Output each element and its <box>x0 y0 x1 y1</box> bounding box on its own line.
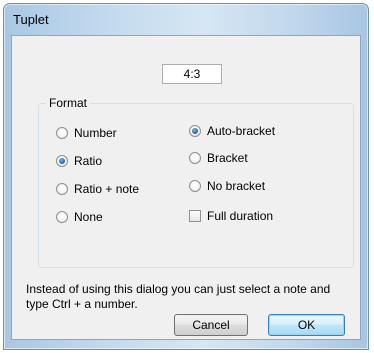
radio-no-bracket-label: No bracket <box>207 179 266 193</box>
radio-ratio-label: Ratio <box>74 154 103 168</box>
window-title: Tuplet <box>13 12 49 27</box>
radio-no-bracket[interactable]: No bracket <box>189 178 265 194</box>
dialog-client-area: Format Number Ratio Ratio + note None Au… <box>11 35 361 340</box>
title-bar[interactable]: Tuplet <box>4 4 368 32</box>
radio-none[interactable]: None <box>56 209 103 225</box>
radio-number-button[interactable] <box>56 127 68 139</box>
cancel-button[interactable]: Cancel <box>174 314 248 336</box>
radio-number[interactable]: Number <box>56 125 117 141</box>
ok-button[interactable]: OK <box>268 314 345 336</box>
radio-no-bracket-button[interactable] <box>189 180 201 192</box>
radio-auto-bracket-label: Auto-bracket <box>207 124 276 138</box>
radio-auto-bracket[interactable]: Auto-bracket <box>189 123 275 139</box>
tuplet-dialog: Tuplet Format Number Ratio Ratio + note … <box>3 3 369 350</box>
radio-ratio-note-label: Ratio + note <box>74 182 140 196</box>
tuplet-ratio-input[interactable] <box>162 64 222 84</box>
checkbox-full-duration[interactable]: Full duration <box>189 208 273 224</box>
radio-auto-bracket-button[interactable] <box>189 125 201 137</box>
radio-ratio-button[interactable] <box>56 155 68 167</box>
radio-none-label: None <box>74 210 103 224</box>
radio-ratio[interactable]: Ratio <box>56 153 102 169</box>
radio-number-label: Number <box>74 126 117 140</box>
full-duration-label: Full duration <box>207 209 274 223</box>
radio-bracket-button[interactable] <box>189 152 201 164</box>
format-group-label: Format <box>46 96 91 110</box>
full-duration-checkbox[interactable] <box>189 210 201 222</box>
radio-ratio-note-button[interactable] <box>56 183 68 195</box>
radio-none-button[interactable] <box>56 211 68 223</box>
radio-bracket-label: Bracket <box>207 151 248 165</box>
radio-ratio-note[interactable]: Ratio + note <box>56 181 139 197</box>
radio-bracket[interactable]: Bracket <box>189 150 248 166</box>
info-text: Instead of using this dialog you can jus… <box>26 282 331 311</box>
